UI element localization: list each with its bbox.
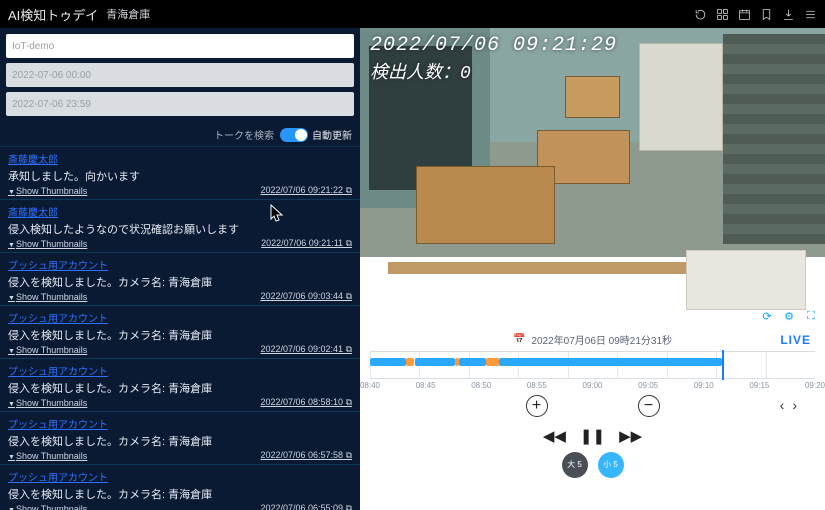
list-item[interactable]: 斎藤慶太郎侵入検知したようなので状況確認お願いします Show Thumbnail…: [0, 200, 360, 253]
user-link[interactable]: プッシュ用アカウント: [8, 257, 108, 272]
date-from-field[interactable]: 2022-07-06 00:00: [6, 63, 354, 87]
toggle-switch-icon: [280, 128, 308, 142]
tick-label: 09:20: [805, 381, 825, 390]
tick-label: 09:15: [749, 381, 769, 390]
marker-large-chip[interactable]: 大 5: [562, 452, 588, 478]
timeline-segment: [486, 358, 499, 366]
message-text: 侵入を検知しました。カメラ名: 青海倉庫: [8, 433, 352, 449]
refresh-icon[interactable]: [694, 8, 707, 21]
playhead[interactable]: [722, 350, 724, 380]
timeline[interactable]: 08:4008:4508:5008:5509:0009:0509:1009:15…: [370, 351, 815, 379]
seek-left-button[interactable]: ‹: [780, 397, 793, 413]
calendar-icon[interactable]: [738, 8, 751, 21]
osd-timestamp: 2022/07/06 09:21:29: [370, 34, 617, 57]
timeline-segment: [459, 358, 486, 366]
date-to-field[interactable]: 2022-07-06 23:59: [6, 92, 354, 116]
video-panel: 2022/07/06 09:21:29 検出人数：0 ⟳ ⚙ ⛶ 📅 2022年…: [360, 28, 825, 510]
list-item[interactable]: プッシュ用アカウント侵入を検知しました。カメラ名: 青海倉庫 Show Thumb…: [0, 253, 360, 306]
timestamp-link[interactable]: 2022/07/06 09:21:22 ⧉: [260, 185, 352, 196]
user-link[interactable]: 斎藤慶太郎: [8, 204, 58, 219]
tick-label: 08:45: [416, 381, 436, 390]
camera-select[interactable]: IoT-demo: [6, 34, 354, 58]
rewind-button[interactable]: ◀◀: [543, 427, 566, 445]
grid-icon[interactable]: [716, 8, 729, 21]
zoom-in-button[interactable]: +: [526, 395, 548, 417]
tick-label: 08:40: [360, 381, 380, 390]
tick-label: 08:50: [471, 381, 491, 390]
timestamp-link[interactable]: 2022/07/06 06:55:09 ⧉: [260, 503, 352, 510]
show-thumbnails-link[interactable]: Show Thumbnails: [8, 451, 87, 461]
download-icon[interactable]: [782, 8, 795, 21]
message-feed[interactable]: 斎藤慶太郎承知しました。向かいますShow Thumbnails2022/07/…: [0, 146, 360, 510]
timestamp-link[interactable]: 2022/07/06 09:21:11 ⧉: [261, 238, 352, 249]
osd-count: 検出人数：0: [370, 58, 471, 84]
timeline-segment: [406, 358, 415, 366]
timestamp-link[interactable]: 2022/07/06 06:57:58 ⧉: [260, 450, 352, 461]
auto-refresh-toggle[interactable]: 自動更新: [280, 127, 352, 142]
show-thumbnails-link[interactable]: Show Thumbnails: [8, 398, 87, 408]
tick-label: 09:00: [582, 381, 602, 390]
timeline-date-label: 2022年07月06日 09時21分31秒: [531, 332, 672, 347]
message-text: 侵入を検知しました。カメラ名: 青海倉庫: [8, 327, 352, 343]
tick-label: 09:05: [638, 381, 658, 390]
message-text: 侵入を検知しました。カメラ名: 青海倉庫: [8, 380, 352, 396]
tick-label: 08:55: [527, 381, 547, 390]
location-label: 青海倉庫: [106, 6, 150, 22]
message-text: 承知しました。向かいます: [8, 168, 352, 184]
topbar: AI検知トゥデイ 青海倉庫: [0, 0, 825, 28]
message-text: 侵入を検知しました。カメラ名: 青海倉庫: [8, 274, 352, 290]
user-link[interactable]: プッシュ用アカウント: [8, 310, 108, 325]
bookmark-icon[interactable]: [760, 8, 773, 21]
list-item[interactable]: プッシュ用アカウント侵入を検知しました。カメラ名: 青海倉庫 Show Thumb…: [0, 465, 360, 510]
timestamp-link[interactable]: 2022/07/06 09:02:41 ⧉: [260, 344, 352, 355]
zoom-out-button[interactable]: −: [638, 395, 660, 417]
calendar-small-icon[interactable]: 📅: [513, 334, 525, 345]
user-link[interactable]: プッシュ用アカウント: [8, 416, 108, 431]
list-item[interactable]: プッシュ用アカウント侵入を検知しました。カメラ名: 青海倉庫 Show Thumb…: [0, 412, 360, 465]
timeline-segment: [415, 358, 455, 366]
search-button[interactable]: トークを検索: [214, 127, 274, 142]
chat-panel: IoT-demo 2022-07-06 00:00 2022-07-06 23:…: [0, 28, 360, 510]
user-link[interactable]: プッシュ用アカウント: [8, 363, 108, 378]
forward-button[interactable]: ▶▶: [619, 427, 642, 445]
timestamp-link[interactable]: 2022/07/06 08:58:10 ⧉: [260, 397, 352, 408]
timeline-segment: [499, 358, 722, 366]
tick-label: 09:10: [694, 381, 714, 390]
message-text: 侵入を検知しました。カメラ名: 青海倉庫: [8, 486, 352, 502]
marker-small-chip[interactable]: 小 5: [598, 452, 624, 478]
timeline-segment: [370, 358, 406, 366]
list-item[interactable]: 斎藤慶太郎承知しました。向かいます Show Thumbnails 2022/07/…: [0, 147, 360, 200]
seek-right-button[interactable]: ›: [792, 397, 805, 413]
show-thumbnails-link[interactable]: Show Thumbnails: [8, 186, 87, 196]
sync-icon[interactable]: ⟳: [759, 308, 775, 324]
list-item[interactable]: プッシュ用アカウント侵入を検知しました。カメラ名: 青海倉庫 Show Thumb…: [0, 306, 360, 359]
show-thumbnails-link[interactable]: Show Thumbnails: [8, 345, 87, 355]
auto-refresh-label: 自動更新: [312, 127, 352, 142]
fullscreen-icon[interactable]: ⛶: [803, 308, 819, 324]
pause-button[interactable]: ❚❚: [580, 427, 605, 445]
live-badge[interactable]: LIVE: [780, 333, 811, 347]
show-thumbnails-link[interactable]: Show Thumbnails: [8, 504, 87, 510]
timestamp-link[interactable]: 2022/07/06 09:03:44 ⧉: [260, 291, 352, 302]
app-title: AI検知トゥデイ: [8, 5, 98, 24]
message-text: 侵入検知したようなので状況確認お願いします: [8, 221, 352, 237]
search-box: IoT-demo 2022-07-06 00:00 2022-07-06 23:…: [0, 28, 360, 127]
video-viewport[interactable]: 2022/07/06 09:21:29 検出人数：0 ⟳ ⚙ ⛶: [360, 28, 825, 328]
show-thumbnails-link[interactable]: Show Thumbnails: [8, 239, 87, 249]
menu-icon[interactable]: [804, 8, 817, 21]
user-link[interactable]: 斎藤慶太郎: [8, 151, 58, 166]
show-thumbnails-link[interactable]: Show Thumbnails: [8, 292, 87, 302]
settings-icon[interactable]: ⚙: [781, 308, 797, 324]
user-link[interactable]: プッシュ用アカウント: [8, 469, 108, 484]
list-item[interactable]: プッシュ用アカウント侵入を検知しました。カメラ名: 青海倉庫 Show Thumb…: [0, 359, 360, 412]
